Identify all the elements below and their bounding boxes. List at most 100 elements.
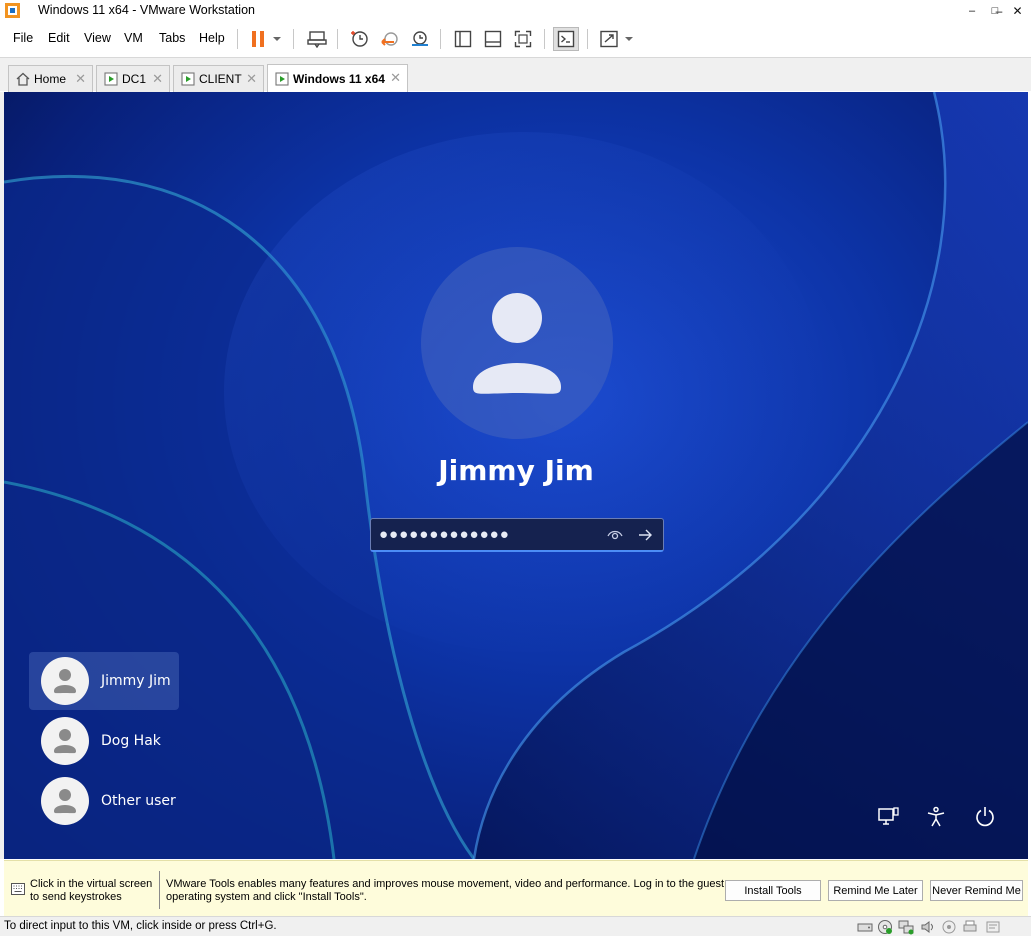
menu-vm[interactable]: VM [124,31,143,45]
user-avatar-large [421,247,613,439]
snapshot-manager-icon [412,31,428,46]
remind-me-later-button[interactable]: Remind Me Later [828,880,923,901]
tab-home[interactable]: Home ✕ [8,65,93,92]
menu-view[interactable]: View [84,31,111,45]
divider [159,871,160,909]
tab-label: CLIENT [199,72,242,86]
submit-arrow-icon[interactable] [637,527,653,543]
menu-edit[interactable]: Edit [48,31,70,45]
user-list-item-dog-hak[interactable]: Dog Hak [29,712,179,770]
send-ctrl-alt-del-button[interactable] [304,27,330,51]
thumbnail-view-button[interactable] [480,27,506,51]
printer-icon[interactable] [962,919,978,935]
library-view-button[interactable] [450,27,476,51]
usb-icon[interactable] [941,919,957,935]
snapshot-manager-button[interactable] [407,27,433,51]
accessibility-icon[interactable] [924,805,948,829]
user-list-item-jimmy-jim[interactable]: Jimmy Jim [29,652,179,710]
menu-tabs[interactable]: Tabs [159,31,185,45]
hard-disk-icon[interactable] [857,919,873,935]
thumbnail-view-icon [484,30,502,48]
close-tab-icon[interactable]: ✕ [75,71,86,87]
password-value: ●●●●●●●●●●●●● [379,526,510,543]
restore-icon: □ [991,5,999,17]
status-text: To direct input to this VM, click inside… [4,920,277,932]
vmware-logo-icon [5,3,20,18]
close-tab-icon[interactable]: ✕ [246,71,257,87]
tab-label: Home [34,72,67,86]
status-bar: To direct input to this VM, click inside… [0,916,1031,936]
avatar [41,717,89,765]
user-list-name: Other user [101,793,176,809]
network-adapter-icon[interactable] [898,919,914,935]
vmware-tools-infobar: Click in the virtual screen to send keys… [4,860,1028,916]
user-silhouette-icon [54,789,76,814]
message-log-icon[interactable] [985,919,1001,935]
tools-message-line: operating system and click "Install Tool… [166,891,367,903]
password-field[interactable]: ●●●●●●●●●●●●● [370,518,664,552]
title-bar: Windows 11 x64 - VMware Workstation – ✕ [0,0,1031,22]
home-icon [15,72,30,87]
dropdown-icon [273,37,281,41]
click-hint-line: to send keystrokes [30,891,122,903]
reveal-password-icon[interactable] [607,527,623,543]
stretch-dropdown-button[interactable] [620,27,638,51]
vm-running-icon [274,71,289,86]
user-list-name: Dog Hak [101,733,161,749]
suspend-icon [252,31,264,47]
stretch-guest-button[interactable] [596,27,622,51]
power-icon[interactable] [973,805,997,829]
menu-help[interactable]: Help [199,31,225,45]
revert-snapshot-button[interactable] [377,27,403,51]
full-screen-button[interactable] [510,27,536,51]
tab-windows-11-x64[interactable]: Windows 11 x64 ✕ [267,64,408,92]
tab-label: DC1 [122,72,147,86]
full-screen-icon [514,30,532,48]
library-view-icon [454,30,472,48]
user-silhouette-icon [473,293,561,394]
tools-message-line: VMware Tools enables many features and i… [166,878,725,890]
keyboard-icon [11,883,25,895]
network-icon[interactable] [876,805,900,829]
menu-file[interactable]: File [13,31,33,45]
vm-console-screen[interactable]: Jimmy Jim ●●●●●●●●●●●●● Jimmy Jim Dog Ha… [4,92,1028,859]
close-icon: ✕ [1012,4,1023,18]
user-list-item-other-user[interactable]: Other user [29,772,179,830]
click-hint-line: Click in the virtual screen [30,878,153,890]
menu-bar: File Edit View VM Tabs Help [0,24,1031,54]
avatar [41,657,89,705]
console-view-icon [557,30,575,48]
never-remind-me-button[interactable]: Never Remind Me [930,880,1023,901]
tools-message: VMware Tools enables many features and i… [166,878,726,904]
toolbar-separator [440,29,441,49]
user-silhouette-icon [54,729,76,754]
close-tab-icon[interactable]: ✕ [152,71,163,87]
user-list-name: Jimmy Jim [101,673,171,689]
minimize-icon: – [968,5,976,17]
restore-button[interactable]: □ [981,0,1009,22]
toolbar-separator [587,29,588,49]
tab-strip: Home ✕ DC1 ✕ CLIENT ✕ Windows 11 x64 ✕ [0,57,1031,92]
cd-dvd-icon[interactable] [877,919,893,935]
console-view-button[interactable] [553,27,579,51]
user-silhouette-icon [54,669,76,694]
install-tools-button[interactable]: Install Tools [725,880,821,901]
sound-icon[interactable] [920,919,936,935]
power-dropdown-button[interactable] [268,27,286,51]
snapshot-take-icon [351,31,368,47]
window-title: Windows 11 x64 - VMware Workstation [38,3,255,17]
send-ctrl-alt-del-icon [307,31,327,48]
vm-running-icon [180,72,195,87]
close-tab-icon[interactable]: ✕ [390,70,401,86]
toolbar-separator [337,29,338,49]
stretch-guest-icon [600,30,618,48]
take-snapshot-button[interactable] [347,27,373,51]
snapshot-revert-icon [381,32,398,46]
click-hint: Click in the virtual screen to send keys… [30,878,152,904]
toolbar-separator [237,29,238,49]
dropdown-icon [625,37,633,41]
tab-dc1[interactable]: DC1 ✕ [96,65,170,92]
toolbar-separator [293,29,294,49]
tab-client[interactable]: CLIENT ✕ [173,65,264,92]
avatar [41,777,89,825]
